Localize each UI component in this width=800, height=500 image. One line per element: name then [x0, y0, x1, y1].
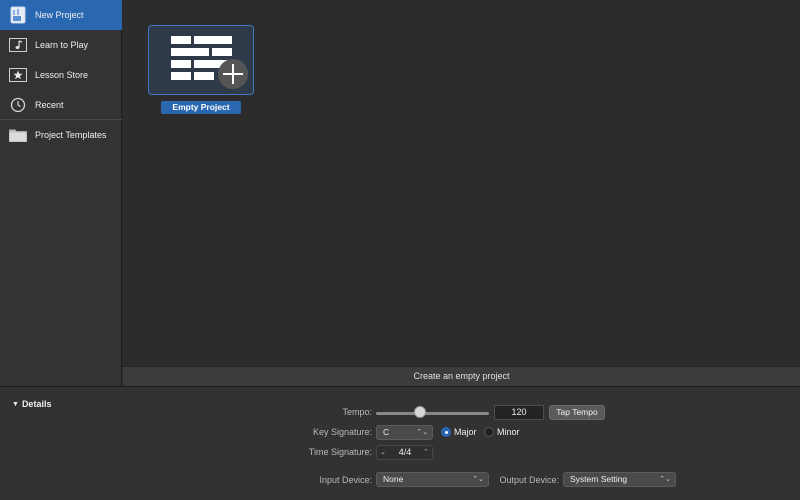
empty-project-icon — [171, 36, 248, 89]
output-device-value: System Setting — [570, 474, 628, 484]
disclosure-triangle-icon: ▼ — [12, 400, 19, 408]
star-icon — [9, 67, 27, 83]
tempo-label: Tempo: — [342, 407, 372, 417]
major-radio[interactable] — [441, 427, 451, 437]
music-note-icon — [9, 37, 27, 53]
minor-label: Minor — [497, 427, 520, 437]
details-disclosure[interactable]: ▼ Details — [12, 399, 51, 409]
empty-project-label[interactable]: Empty Project — [161, 101, 241, 114]
output-device-popup[interactable]: System Setting ⌃⌄ — [563, 472, 676, 487]
input-device-popup[interactable]: None ⌃⌄ — [376, 472, 489, 487]
output-device-label: Output Device: — [499, 475, 559, 485]
sidebar: New Project Learn to Play Lesson Store R… — [0, 0, 122, 386]
sidebar-item-label: Recent — [35, 100, 64, 110]
tempo-slider[interactable] — [376, 412, 489, 415]
sidebar-item-recent[interactable]: Recent — [0, 90, 122, 120]
updown-arrows-icon: ⌃⌄ — [416, 429, 428, 436]
template-description: Create an empty project — [123, 366, 800, 386]
sidebar-item-label: Lesson Store — [35, 70, 89, 80]
major-label: Major — [454, 427, 477, 437]
sidebar-item-new-project[interactable]: New Project — [0, 0, 122, 30]
sidebar-item-label: Learn to Play — [35, 40, 89, 50]
sidebar-item-lesson-store[interactable]: Lesson Store — [0, 60, 122, 90]
time-signature-label: Time Signature: — [308, 447, 372, 457]
updown-arrows-icon: ⌃⌄ — [472, 476, 484, 483]
sidebar-item-project-templates[interactable]: Project Templates — [0, 120, 122, 150]
tempo-input[interactable]: 120 — [494, 405, 544, 420]
sidebar-item-label: New Project — [35, 10, 84, 20]
time-signature-stepper[interactable]: ⌄ 4/4 ⌃ — [376, 445, 433, 460]
details-label: Details — [21, 399, 52, 409]
chevron-up-icon[interactable]: ⌃ — [421, 446, 431, 459]
project-chooser: Empty Project — [123, 0, 800, 366]
time-signature-value: 4/4 — [398, 447, 412, 457]
folder-icon — [9, 127, 27, 143]
updown-arrows-icon: ⌃⌄ — [659, 476, 671, 483]
sidebar-item-label: Project Templates — [35, 130, 107, 140]
key-signature-value: C — [383, 427, 390, 437]
minor-radio[interactable] — [484, 427, 494, 437]
input-device-value: None — [383, 474, 404, 484]
chevron-down-icon[interactable]: ⌄ — [378, 446, 388, 459]
clock-icon — [9, 97, 27, 113]
sidebar-item-learn-to-play[interactable]: Learn to Play — [0, 30, 122, 60]
key-signature-popup[interactable]: C ⌃⌄ — [376, 425, 433, 440]
tempo-slider-knob[interactable] — [414, 406, 427, 418]
empty-project-tile[interactable] — [148, 25, 254, 95]
tap-tempo-button[interactable]: Tap Tempo — [549, 405, 605, 420]
input-device-label: Input Device: — [319, 475, 372, 485]
new-project-icon — [9, 6, 27, 24]
key-signature-label: Key Signature: — [312, 427, 372, 437]
